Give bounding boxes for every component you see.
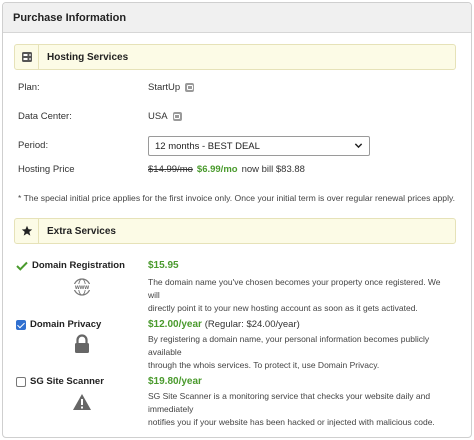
old-price: $14.99/mo — [148, 164, 193, 175]
domain-registration-description: The domain name you've chosen becomes yo… — [148, 276, 448, 314]
domain-registration-row: Domain Registration — [16, 260, 125, 271]
desc-line: The domain name you've chosen becomes yo… — [148, 277, 441, 300]
sg-site-scanner-row[interactable]: SG Site Scanner — [16, 376, 104, 387]
data-center-label: Data Center: — [18, 111, 72, 122]
lock-icon — [73, 334, 91, 357]
data-center-value-text: USA — [148, 111, 168, 122]
extra-services-header: Extra Services — [14, 218, 456, 244]
initial-price-note: * The special initial price applies for … — [18, 193, 456, 203]
change-plan-icon[interactable] — [185, 83, 195, 92]
period-selected-value: 12 months - BEST DEAL — [155, 140, 260, 152]
period-label: Period: — [18, 140, 49, 151]
sg-site-scanner-description: SG Site Scanner is a monitoring service … — [148, 390, 448, 428]
domain-privacy-description: By registering a domain name, your perso… — [148, 333, 448, 371]
hosting-services-title: Hosting Services — [47, 51, 129, 63]
warning-icon — [72, 393, 92, 414]
domain-privacy-regular-price: (Regular: $24.00/year) — [204, 319, 300, 330]
change-datacenter-icon[interactable] — [172, 112, 182, 121]
sg-site-scanner-checkbox[interactable] — [16, 376, 26, 387]
panel-header: Purchase Information — [3, 3, 471, 33]
new-price: $6.99/mo — [196, 164, 238, 175]
hosting-price-value: $14.99/mo $6.99/mo now bill $83.88 — [148, 164, 305, 175]
domain-registration-name: Domain Registration — [32, 260, 125, 271]
panel-title: Purchase Information — [13, 11, 127, 24]
desc-line: notifies you if your website has been ha… — [148, 416, 435, 427]
data-center-value: USA — [148, 111, 182, 122]
domain-privacy-name: Domain Privacy — [30, 319, 102, 330]
plan-value-text: StartUp — [148, 82, 181, 93]
sg-site-scanner-price: $19.80/year — [148, 376, 202, 387]
desc-line: By registering a domain name, your perso… — [148, 334, 430, 357]
desc-line: through the whois services. To protect i… — [148, 359, 380, 370]
domain-privacy-price-group: $12.00/year (Regular: $24.00/year) — [148, 319, 300, 330]
hosting-price-label: Hosting Price — [18, 164, 75, 175]
checkmark-icon — [16, 261, 28, 271]
desc-line: directly point it to your new hosting ac… — [148, 302, 418, 313]
domain-privacy-row[interactable]: Domain Privacy — [16, 319, 101, 330]
domain-privacy-checkbox[interactable] — [16, 319, 26, 330]
plan-value: StartUp — [148, 82, 195, 93]
www-globe-icon: www — [72, 278, 92, 299]
extra-services-title: Extra Services — [47, 225, 116, 237]
server-icon — [15, 45, 39, 69]
domain-privacy-price: $12.00/year — [148, 319, 202, 330]
chevron-down-icon — [354, 143, 363, 149]
sg-site-scanner-name: SG Site Scanner — [30, 376, 104, 387]
plan-label: Plan: — [18, 82, 40, 93]
bill-total: now bill $83.88 — [241, 164, 305, 175]
period-select[interactable]: 12 months - BEST DEAL — [148, 136, 370, 156]
domain-registration-price: $15.95 — [148, 260, 179, 271]
www-icon-text: www — [74, 285, 89, 291]
hosting-services-header: Hosting Services — [14, 44, 456, 70]
star-icon — [15, 219, 39, 243]
desc-line: SG Site Scanner is a monitoring service … — [148, 391, 431, 414]
